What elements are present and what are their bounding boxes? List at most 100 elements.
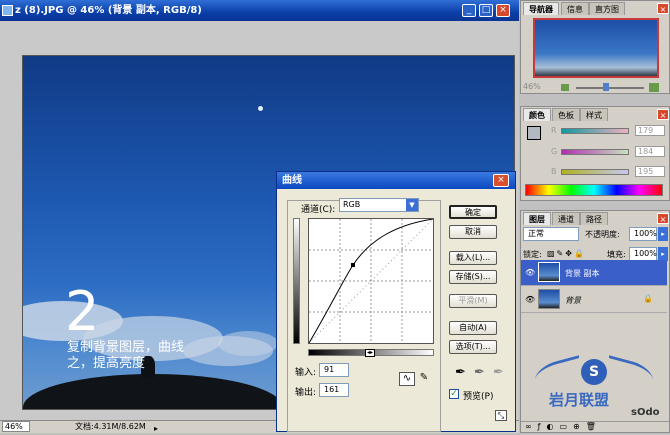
watermark-sub: sOdo: [631, 407, 660, 418]
output-gradient-bar: [293, 218, 300, 344]
tab-channels[interactable]: 通道: [552, 212, 580, 225]
status-arrow-icon[interactable]: ▸: [150, 423, 158, 433]
pencil-icon[interactable]: ✎: [417, 372, 431, 386]
curve-graph[interactable]: [309, 219, 433, 343]
watermark-logo: S 岩月联盟: [535, 351, 653, 411]
cloud: [218, 331, 278, 356]
curves-title-bar[interactable]: 曲线: [277, 172, 515, 189]
silhouette-hill: [23, 374, 283, 409]
close-icon[interactable]: ×: [657, 109, 669, 120]
curves-title: 曲线: [282, 175, 302, 186]
black-eyedropper-icon[interactable]: ✒: [455, 365, 466, 380]
lock-label: 锁定:: [523, 250, 542, 259]
options-button[interactable]: 选项(T)...: [449, 340, 497, 354]
logo-circle: S: [581, 359, 607, 385]
zoom-in-icon[interactable]: [649, 83, 659, 92]
chevron-down-icon[interactable]: ▼: [406, 199, 418, 211]
fill-label: 填充:: [607, 250, 626, 259]
b-slider[interactable]: [561, 169, 629, 175]
overlay-number: 2: [65, 280, 100, 343]
opacity-field[interactable]: 100%: [629, 227, 657, 241]
color-panel: 颜色 色板 样式 × R 179 G 184 B 195: [520, 106, 670, 201]
navigator-zoom[interactable]: 46%: [523, 82, 541, 91]
close-icon[interactable]: ×: [657, 213, 669, 224]
b-value[interactable]: 195: [635, 166, 665, 177]
foreground-color-swatch[interactable]: [527, 126, 541, 140]
document-icon: [2, 5, 13, 16]
eye-icon[interactable]: 👁: [525, 268, 535, 277]
blend-mode-value: 正常: [528, 229, 544, 238]
tab-swatches[interactable]: 色板: [552, 108, 580, 121]
minimize-icon: _: [466, 5, 472, 15]
smooth-button[interactable]: 平滑(M): [449, 294, 497, 308]
zoom-slider-thumb[interactable]: [603, 83, 609, 91]
moon: [258, 106, 263, 111]
gradient-toggle-icon[interactable]: ◂▸: [365, 349, 375, 357]
gray-eyedropper-icon[interactable]: ✒: [474, 365, 485, 380]
cancel-button[interactable]: 取消: [449, 225, 497, 239]
document-title-bar[interactable]: z (8).JPG @ 46% (背景 副本, RGB/8): [0, 0, 519, 21]
tab-histogram[interactable]: 直方图: [589, 2, 625, 15]
close-icon: ×: [499, 5, 507, 15]
tab-info[interactable]: 信息: [561, 2, 589, 15]
output-label: 输出:: [295, 388, 317, 398]
wing-right: [609, 355, 653, 393]
channel-value: RGB: [343, 200, 361, 209]
white-eyedropper-icon[interactable]: ✒: [493, 365, 504, 380]
zoom-slider[interactable]: [576, 87, 644, 89]
tab-navigator[interactable]: 导航器: [523, 2, 559, 15]
channel-label: 通道(C):: [301, 205, 336, 215]
close-button[interactable]: ×: [496, 4, 510, 17]
navigator-panel: 导航器 信息 直方图 × 46%: [520, 0, 670, 94]
r-slider[interactable]: [561, 128, 629, 134]
save-button[interactable]: 存储(S)...: [449, 270, 497, 284]
layers-toolbar[interactable]: ∞ƒ◐▭⊕🗑: [521, 421, 669, 432]
curve-point[interactable]: [351, 263, 355, 267]
layer-thumbnail: [538, 289, 560, 309]
b-label: B: [551, 167, 557, 176]
layer-row[interactable]: 👁 背景 🔒: [521, 287, 667, 313]
layer-row[interactable]: 👁 背景 副本: [521, 260, 667, 286]
minimize-button[interactable]: _: [462, 4, 476, 17]
ok-button[interactable]: 确定: [449, 205, 497, 219]
tab-color[interactable]: 颜色: [523, 108, 551, 121]
auto-button[interactable]: 自动(A): [449, 321, 497, 335]
output-field[interactable]: 161: [319, 383, 349, 397]
eye-icon[interactable]: 👁: [525, 295, 535, 304]
color-ramp[interactable]: [525, 184, 663, 196]
expand-icon[interactable]: ⤡: [495, 410, 507, 421]
layers-panel: 图层 通道 路径 × 正常 不透明度: 100% ▸ 锁定: ▨✎✥🔒 填充: …: [520, 210, 670, 433]
r-value[interactable]: 179: [635, 125, 665, 136]
tab-layers[interactable]: 图层: [523, 212, 551, 225]
maximize-button[interactable]: □: [479, 4, 493, 17]
lock-icons[interactable]: ▨✎✥🔒: [547, 249, 586, 258]
wing-left: [535, 355, 579, 393]
fill-field[interactable]: 100%: [629, 247, 657, 261]
preview-checkbox[interactable]: ✓: [449, 389, 459, 399]
chevron-right-icon[interactable]: ▸: [658, 247, 668, 261]
g-label: G: [551, 147, 558, 156]
input-field[interactable]: 91: [319, 363, 349, 377]
caption-line-2: 之，提高亮度: [67, 356, 146, 371]
load-button[interactable]: 载入(L)...: [449, 251, 497, 265]
close-icon[interactable]: ×: [657, 3, 669, 14]
curves-close-button[interactable]: ×: [493, 174, 509, 187]
g-value[interactable]: 184: [635, 146, 665, 157]
g-slider[interactable]: [561, 149, 629, 155]
blend-mode-select[interactable]: 正常: [523, 227, 579, 241]
navigator-thumbnail[interactable]: [533, 18, 659, 78]
tab-paths[interactable]: 路径: [580, 212, 608, 225]
close-icon: ×: [497, 175, 505, 185]
lock-icon: 🔒: [643, 294, 653, 303]
r-label: R: [551, 126, 557, 135]
chevron-right-icon[interactable]: ▸: [658, 227, 668, 241]
curve-tool-icon[interactable]: ∿: [399, 372, 415, 386]
tab-styles[interactable]: 样式: [580, 108, 608, 121]
zoom-field[interactable]: 46%: [2, 421, 30, 432]
layer-name[interactable]: 背景: [565, 295, 581, 306]
zoom-out-icon[interactable]: [561, 84, 569, 91]
channel-select[interactable]: RGB ▼: [339, 198, 419, 212]
layer-name[interactable]: 背景 副本: [565, 268, 600, 279]
preview-label: 预览(P): [463, 392, 494, 402]
curve-grid[interactable]: [308, 218, 434, 344]
